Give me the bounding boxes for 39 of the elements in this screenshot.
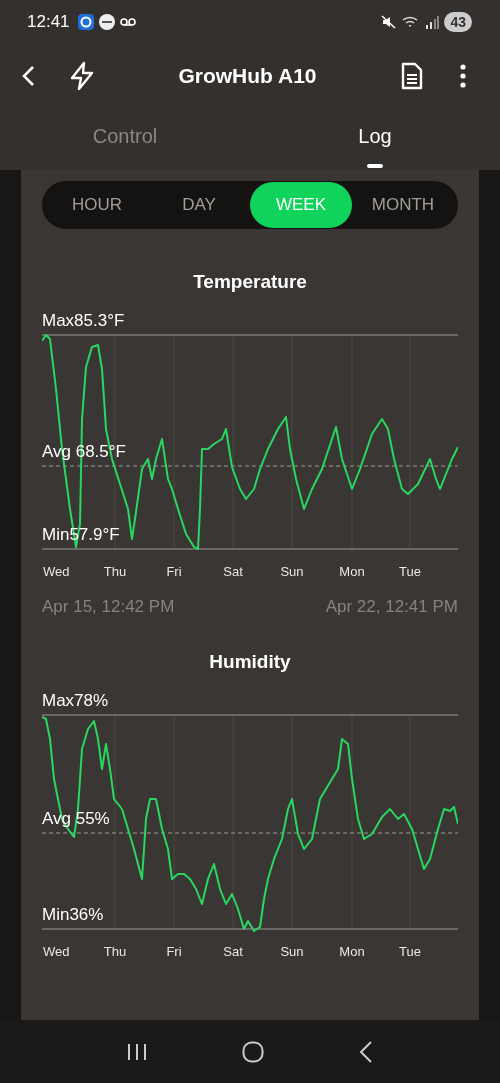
back-nav-icon[interactable] xyxy=(358,1040,373,1063)
more-icon[interactable] xyxy=(460,64,466,88)
day-label: Tue xyxy=(399,564,421,579)
back-icon[interactable] xyxy=(21,65,35,87)
day-label: Fri xyxy=(166,944,182,959)
signal-icon xyxy=(425,15,440,29)
tab[interactable]: Log xyxy=(250,108,500,170)
day-label: Sat xyxy=(223,564,243,579)
day-label: Wed xyxy=(43,944,70,959)
day-label: Tue xyxy=(399,944,421,959)
day-label: Mon xyxy=(339,564,365,579)
day-label: Wed xyxy=(43,564,70,579)
document-icon[interactable] xyxy=(400,62,424,90)
day-label: Sun xyxy=(280,564,304,579)
sync-app-icon xyxy=(77,14,94,30)
device-title: GrowHub A10 xyxy=(177,64,318,88)
voicemail-icon xyxy=(119,17,136,27)
home-icon[interactable] xyxy=(242,1040,264,1063)
max-label: Max85.3°F xyxy=(42,311,125,331)
battery-level: 43 xyxy=(444,12,472,32)
mute-icon xyxy=(381,14,398,30)
end-date: Apr 22, 12:41 PM xyxy=(325,597,458,617)
day-label: Sat xyxy=(223,944,243,959)
max-label: Max78% xyxy=(42,691,109,711)
tab[interactable]: Control xyxy=(0,108,250,170)
recent-apps-icon[interactable] xyxy=(127,1042,148,1061)
day-label: Fri xyxy=(166,564,182,579)
range-tab[interactable]: HOUR xyxy=(46,182,148,228)
lightning-icon[interactable] xyxy=(69,61,95,91)
day-label: Thu xyxy=(103,564,127,579)
status-time: 12:41 xyxy=(27,12,70,32)
day-label: Sun xyxy=(280,944,304,959)
range-tab[interactable]: DAY xyxy=(148,182,250,228)
app-badge-icon xyxy=(98,14,115,30)
day-label: Thu xyxy=(103,944,127,959)
day-label: Mon xyxy=(339,944,365,959)
min-label: Min36% xyxy=(42,905,104,925)
range-tab[interactable]: MONTH xyxy=(352,182,454,228)
start-date: Apr 15, 12:42 PM xyxy=(42,597,175,617)
